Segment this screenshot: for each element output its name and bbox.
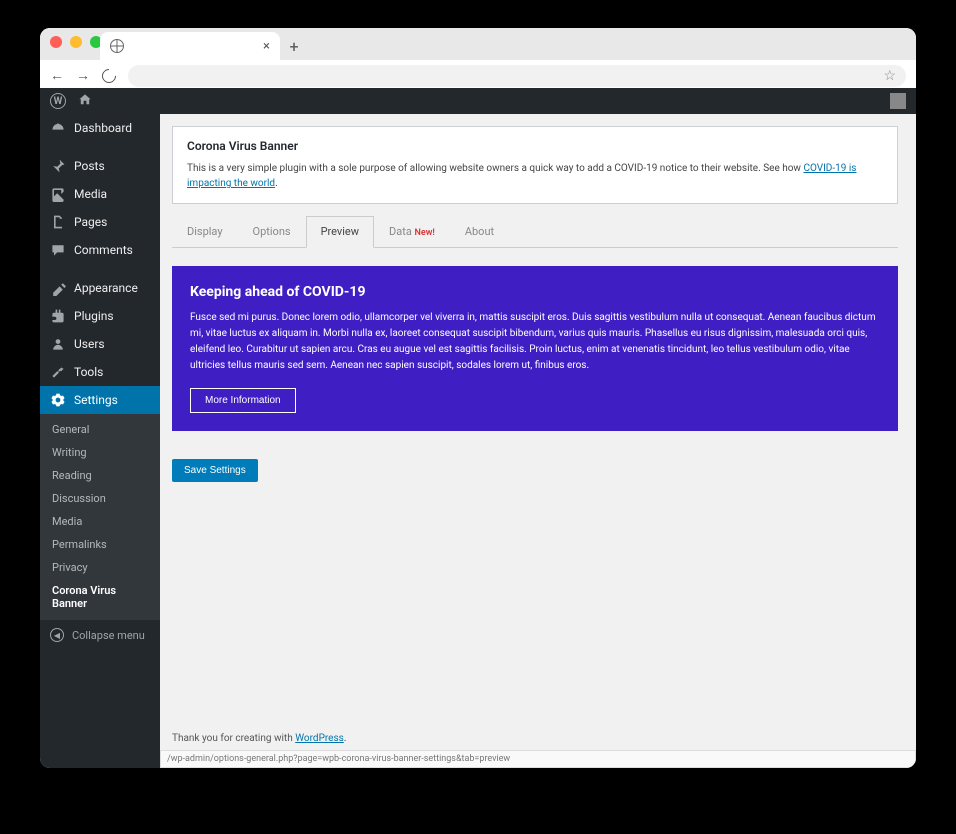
- comments-icon: [50, 242, 66, 258]
- banner-heading: Keeping ahead of COVID-19: [190, 284, 880, 300]
- sidebar-item-appearance[interactable]: Appearance: [40, 274, 160, 302]
- banner-body: Fusce sed mi purus. Donec lorem odio, ul…: [190, 310, 880, 374]
- preview-banner: Keeping ahead of COVID-19 Fusce sed mi p…: [172, 266, 898, 431]
- submenu-corona-banner[interactable]: Corona Virus Banner: [40, 579, 160, 615]
- sidebar-item-dashboard[interactable]: Dashboard: [40, 114, 160, 142]
- submenu-writing[interactable]: Writing: [40, 441, 160, 464]
- sidebar-label: Posts: [74, 159, 105, 173]
- submenu-general[interactable]: General: [40, 418, 160, 441]
- address-bar[interactable]: ☆: [128, 65, 906, 87]
- settings-icon: [50, 392, 66, 408]
- sidebar-label: Media: [74, 187, 107, 201]
- sidebar-item-tools[interactable]: Tools: [40, 358, 160, 386]
- new-tab-button[interactable]: +: [280, 32, 308, 60]
- admin-sidebar: Dashboard Posts Media Pages Comments: [40, 114, 160, 768]
- sidebar-item-users[interactable]: Users: [40, 330, 160, 358]
- home-icon[interactable]: [78, 92, 92, 111]
- sidebar-label: Tools: [74, 365, 103, 379]
- collapse-menu-button[interactable]: ◀ Collapse menu: [40, 619, 160, 650]
- reload-button[interactable]: [102, 69, 116, 83]
- collapse-icon: ◀: [50, 628, 64, 642]
- sidebar-label: Appearance: [74, 281, 138, 295]
- globe-icon: [110, 39, 124, 53]
- sidebar-label: Comments: [74, 243, 133, 257]
- main-content: Corona Virus Banner This is a very simpl…: [160, 114, 916, 768]
- tabs-nav: Display Options Preview Data New! About: [172, 216, 898, 248]
- appearance-icon: [50, 280, 66, 296]
- users-icon: [50, 336, 66, 352]
- wp-admin-bar: W: [40, 88, 916, 114]
- wp-content: Dashboard Posts Media Pages Comments: [40, 114, 916, 768]
- submenu-discussion[interactable]: Discussion: [40, 487, 160, 510]
- sidebar-item-posts[interactable]: Posts: [40, 152, 160, 180]
- save-settings-button[interactable]: Save Settings: [172, 459, 258, 482]
- forward-button[interactable]: →: [76, 69, 90, 83]
- bookmark-star-icon[interactable]: ☆: [883, 68, 896, 84]
- sidebar-item-plugins[interactable]: Plugins: [40, 302, 160, 330]
- reload-icon: [99, 66, 119, 86]
- browser-window: × + ← → ☆ W Dashboard Posts: [40, 28, 916, 768]
- intro-panel: Corona Virus Banner This is a very simpl…: [172, 126, 898, 204]
- close-tab-icon[interactable]: ×: [263, 39, 270, 54]
- settings-submenu: General Writing Reading Discussion Media…: [40, 414, 160, 619]
- submenu-permalinks[interactable]: Permalinks: [40, 533, 160, 556]
- sidebar-label: Dashboard: [74, 121, 132, 135]
- collapse-label: Collapse menu: [72, 629, 145, 642]
- intro-text: This is a very simple plugin with a sole…: [187, 161, 883, 191]
- sidebar-item-comments[interactable]: Comments: [40, 236, 160, 264]
- submenu-privacy[interactable]: Privacy: [40, 556, 160, 579]
- browser-statusbar: /wp-admin/options-general.php?page=wpb-c…: [160, 750, 916, 768]
- tab-options[interactable]: Options: [238, 216, 306, 247]
- sidebar-item-settings[interactable]: Settings: [40, 386, 160, 414]
- submenu-reading[interactable]: Reading: [40, 464, 160, 487]
- banner-more-info-button[interactable]: More Information: [190, 388, 296, 413]
- window-controls: [50, 36, 102, 48]
- footer-wordpress-link[interactable]: WordPress: [295, 733, 344, 744]
- media-icon: [50, 186, 66, 202]
- page-title: Corona Virus Banner: [187, 139, 883, 153]
- browser-tab[interactable]: ×: [100, 32, 280, 60]
- sidebar-item-media[interactable]: Media: [40, 180, 160, 208]
- close-window-button[interactable]: [50, 36, 62, 48]
- wordpress-logo-icon[interactable]: W: [50, 93, 66, 109]
- submenu-media[interactable]: Media: [40, 510, 160, 533]
- sidebar-label: Pages: [74, 215, 107, 229]
- sidebar-item-pages[interactable]: Pages: [40, 208, 160, 236]
- new-badge: New!: [415, 228, 435, 238]
- dashboard-icon: [50, 120, 66, 136]
- sidebar-label: Plugins: [74, 309, 114, 323]
- tab-preview[interactable]: Preview: [306, 216, 374, 248]
- plugins-icon: [50, 308, 66, 324]
- tab-display[interactable]: Display: [172, 216, 238, 247]
- user-avatar[interactable]: [890, 93, 906, 109]
- sidebar-label: Settings: [74, 393, 118, 407]
- tab-about[interactable]: About: [450, 216, 509, 247]
- wp-footer: Thank you for creating with WordPress.: [172, 727, 898, 750]
- tab-data[interactable]: Data New!: [374, 216, 450, 247]
- minimize-window-button[interactable]: [70, 36, 82, 48]
- pages-icon: [50, 214, 66, 230]
- sidebar-label: Users: [74, 337, 105, 351]
- pin-icon: [50, 158, 66, 174]
- back-button[interactable]: ←: [50, 69, 64, 83]
- tools-icon: [50, 364, 66, 380]
